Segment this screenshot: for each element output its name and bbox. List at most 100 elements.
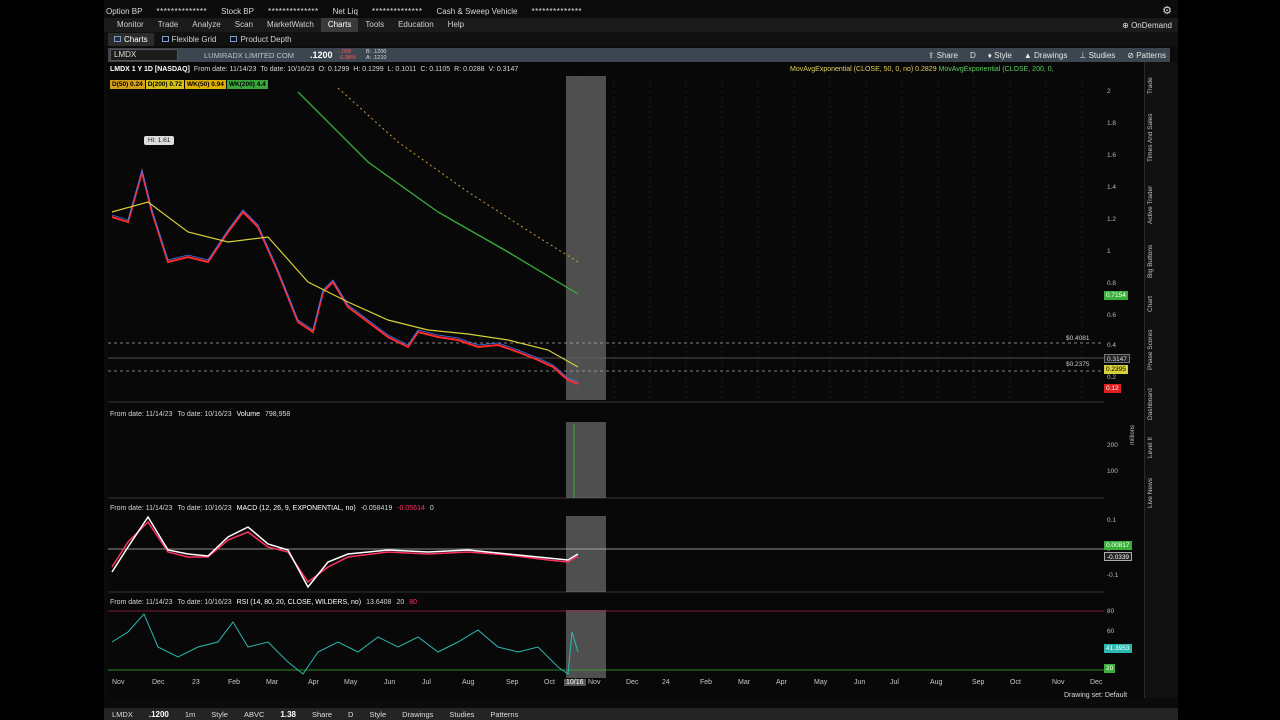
chart-toolbar: LMDX LUMIRADX LIMITED COM .1200 -.009 -6.… xyxy=(108,48,1170,62)
volume-header: From date: 11/14/23 To date: 10/16/23 Vo… xyxy=(110,409,290,420)
menu-analyze[interactable]: Analyze xyxy=(185,18,227,32)
volume-label: Volume xyxy=(236,411,260,418)
symbol-input[interactable]: LMDX xyxy=(110,49,178,61)
ondemand-label: OnDemand xyxy=(1131,20,1172,30)
x-tick: Mar xyxy=(266,679,279,686)
tab-flexible-grid[interactable]: Flexible Grid xyxy=(156,33,223,46)
bottom-symbol-1[interactable]: LMDX xyxy=(112,710,133,719)
ma-label-d200: D(200) 0.72 xyxy=(145,80,185,89)
ma-label-wk200: WK(200) 4.4 xyxy=(226,80,268,89)
ma-label-d50: D(50) 0.24 xyxy=(110,80,145,89)
sidebar-big-buttons[interactable]: Big Buttons xyxy=(1147,245,1154,278)
ohlc-close: C: 0.1105 xyxy=(420,66,451,73)
menu-scan[interactable]: Scan xyxy=(228,18,260,32)
sidebar-dashboard[interactable]: Dashboard xyxy=(1147,388,1154,420)
tab-flexible-grid-label: Flexible Grid xyxy=(171,34,217,44)
x-tick: May xyxy=(814,679,828,686)
x-tick: May xyxy=(344,679,358,686)
sidebar-level2[interactable]: Level II xyxy=(1147,437,1154,458)
bottom-share[interactable]: Share xyxy=(312,710,332,719)
x-tick: Aug xyxy=(462,679,475,686)
macd-tick: -0.1 xyxy=(1107,572,1119,579)
sidebar-chart[interactable]: Chart xyxy=(1147,296,1154,312)
price-tick: 0.2 xyxy=(1107,374,1117,381)
app-window: Option BP ************** Stock BP ******… xyxy=(104,0,1178,720)
bottom-studies[interactable]: Studies xyxy=(449,710,474,719)
bottom-toolbar: LMDX .1200 1m Style ABVC 1.38 Share D St… xyxy=(104,708,1178,720)
chart-to: To date: 10/16/23 xyxy=(260,66,315,73)
price-tick: 0.4 xyxy=(1107,342,1117,349)
ondemand-button[interactable]: ⊕ OnDemand xyxy=(1122,21,1172,30)
volume-to: To date: 10/16/23 xyxy=(177,411,232,418)
studies-label: Studies xyxy=(1088,50,1116,60)
sidebar-live-news[interactable]: Live News xyxy=(1147,478,1154,508)
x-tick: Jun xyxy=(384,679,396,686)
price-tick: 1 xyxy=(1107,248,1111,255)
price-change: -.009 -6.98% xyxy=(339,49,356,61)
bottom-patterns[interactable]: Patterns xyxy=(490,710,518,719)
menu-education[interactable]: Education xyxy=(391,18,441,32)
last-tag: 0.3147 xyxy=(1104,354,1130,363)
ondemand-icon: ⊕ xyxy=(1122,20,1132,30)
x-tick: Oct xyxy=(544,679,555,686)
macd-header: From date: 11/14/23 To date: 10/16/23 MA… xyxy=(110,503,434,514)
bottom-period[interactable]: 1m xyxy=(185,710,195,719)
macd-tag-1: 0.00817 xyxy=(1104,541,1132,550)
drawing-set-status: Drawing set: Default xyxy=(1064,692,1128,699)
x-tick: Dec xyxy=(626,679,639,686)
macd-tick: 0.1 xyxy=(1107,517,1117,524)
chart-area[interactable]: LMDX 1 Y 1D [NASDAQ] From date: 11/14/23… xyxy=(108,62,1170,698)
time-axis: Nov Dec 23 Feb Mar Apr May Jun Jul Aug S… xyxy=(108,679,1108,691)
rsi-value: 13.6408 xyxy=(366,599,392,606)
rsi-label: RSI (14, 80, 20, CLOSE, WILDERS, no) xyxy=(236,599,362,606)
chart-info-bar: LMDX 1 Y 1D [NASDAQ] From date: 11/14/23… xyxy=(110,64,1054,75)
menu-help[interactable]: Help xyxy=(441,18,471,32)
cash-value: ************** xyxy=(531,6,583,16)
bottom-d[interactable]: D xyxy=(348,710,353,719)
rsi-value-2: 20 xyxy=(396,599,405,606)
menu-trade[interactable]: Trade xyxy=(151,18,186,32)
bottom-symbol-2[interactable]: ABVC xyxy=(244,710,264,719)
sidebar-trade[interactable]: Trade xyxy=(1147,77,1154,94)
chart-ticker: LMDX 1 Y 1D [NASDAQ] xyxy=(110,66,190,73)
tab-charts[interactable]: Charts xyxy=(108,32,154,46)
tab-product-depth[interactable]: Product Depth xyxy=(224,33,297,46)
ma-label-wk50: WK(50) 0.94 xyxy=(185,80,226,89)
gear-icon[interactable]: ⚙ xyxy=(1162,4,1172,17)
ask: A: .1210 xyxy=(365,55,387,61)
menu-marketwatch[interactable]: MarketWatch xyxy=(260,18,321,32)
bottom-style-2[interactable]: Style xyxy=(369,710,386,719)
charts-icon xyxy=(114,36,121,42)
share-button[interactable]: ⇪ Share xyxy=(928,51,958,60)
study-legend: MovAvgExponential (CLOSE, 50, 0, no) 0.2… xyxy=(790,66,1054,73)
study-ema50: MovAvgExponential (CLOSE, 50, 0, no) xyxy=(790,66,914,73)
price-line xyxy=(111,168,579,385)
menu-monitor[interactable]: Monitor xyxy=(110,18,151,32)
volume-tick: 200 xyxy=(1107,442,1118,449)
selection-band-macd xyxy=(566,516,606,592)
sidebar-phase-scores[interactable]: Phase Scores xyxy=(1147,330,1154,370)
studies-button[interactable]: ⊥ Studies xyxy=(1079,51,1115,60)
bottom-price-1: .1200 xyxy=(148,709,169,719)
x-tick: Mar xyxy=(738,679,751,686)
period-button[interactable]: D xyxy=(970,51,976,60)
rsi-line xyxy=(111,613,579,675)
ohlc-high: H: 0.1299 xyxy=(353,66,384,73)
drawings-button[interactable]: ▲ Drawings xyxy=(1024,51,1067,60)
x-tick: Jul xyxy=(422,679,431,686)
menu-tools[interactable]: Tools xyxy=(358,18,391,32)
volume-from: From date: 11/14/23 xyxy=(110,411,173,418)
sidebar-active-trader[interactable]: Active Trader xyxy=(1147,186,1154,224)
macd-value-2: -0.05614 xyxy=(397,505,425,512)
bottom-style[interactable]: Style xyxy=(211,710,228,719)
x-tick: Sep xyxy=(972,679,985,686)
sidebar-times-sales[interactable]: Times And Sales xyxy=(1147,113,1154,162)
price-tick: 0.8 xyxy=(1107,280,1117,287)
volume-value: 798,958 xyxy=(265,411,291,418)
macd-line xyxy=(111,515,579,589)
menu-charts[interactable]: Charts xyxy=(320,18,359,32)
bottom-price-2: 1.38 xyxy=(280,709,296,719)
style-button[interactable]: ♦ Style xyxy=(988,51,1012,60)
bottom-drawings[interactable]: Drawings xyxy=(402,710,433,719)
patterns-button[interactable]: ⊘ Patterns xyxy=(1127,51,1166,60)
